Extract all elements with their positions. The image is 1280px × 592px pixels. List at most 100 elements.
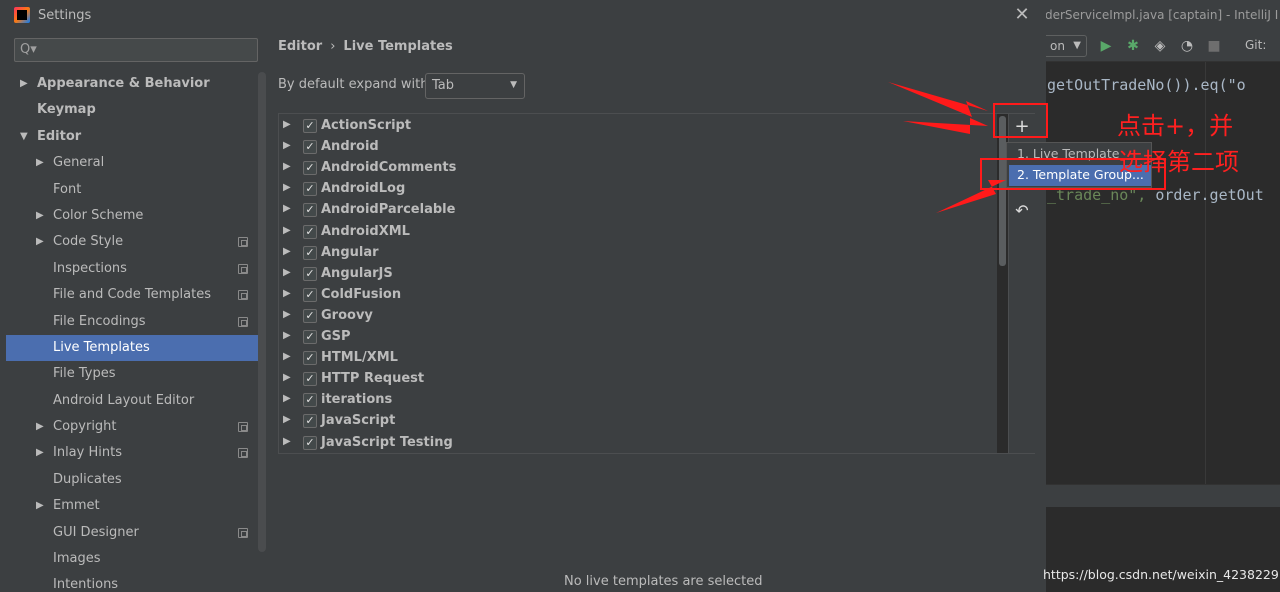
template-group-checkbox[interactable]: ✓: [303, 119, 317, 133]
tree-scrollbar[interactable]: [258, 72, 266, 552]
template-group-row[interactable]: ▶ ✓ AndroidXML: [279, 222, 997, 243]
expand-right-icon[interactable]: ▶: [20, 71, 28, 97]
expand-right-icon[interactable]: ▶: [283, 161, 291, 172]
template-group-row[interactable]: ▶ ✓ Android: [279, 137, 997, 158]
run-config-select[interactable]: on ▼: [1045, 35, 1087, 57]
coverage-icon[interactable]: ◈: [1151, 37, 1169, 55]
template-group-row[interactable]: ▶ ✓ HTTP Request: [279, 369, 997, 390]
expand-right-icon[interactable]: ▶: [283, 372, 291, 383]
profile-icon[interactable]: ◔: [1178, 37, 1196, 55]
annotation-text-line2: 选择第二项: [1119, 148, 1239, 176]
sidebar-item-inlay-hints[interactable]: ▶ Inlay Hints: [6, 440, 258, 466]
sidebar-item-copyright[interactable]: ▶ Copyright: [6, 414, 258, 440]
template-group-row[interactable]: ▶ ✓ GSP: [279, 327, 997, 348]
undo-icon[interactable]: ↶: [1010, 200, 1034, 222]
expand-right-icon[interactable]: ▶: [283, 436, 291, 447]
template-group-checkbox[interactable]: ✓: [303, 224, 317, 239]
stop-icon[interactable]: ■: [1205, 37, 1223, 55]
template-group-checkbox[interactable]: ✓: [303, 161, 317, 176]
expand-right-icon[interactable]: ▶: [283, 225, 291, 236]
project-scope-icon: [238, 263, 248, 274]
sidebar-item-file-and-code-templates[interactable]: File and Code Templates: [6, 282, 258, 308]
template-group-checkbox[interactable]: ✓: [303, 140, 317, 155]
sidebar-item-general[interactable]: ▶ General: [6, 150, 258, 176]
expand-right-icon[interactable]: ▶: [283, 246, 291, 257]
template-group-row[interactable]: ▶ ✓ HTML/XML: [279, 348, 997, 369]
sidebar-item-font[interactable]: Font: [6, 177, 258, 203]
sidebar-item-android-layout-editor[interactable]: Android Layout Editor: [6, 388, 258, 414]
sidebar-item-live-templates[interactable]: Live Templates: [6, 334, 258, 362]
expand-right-icon[interactable]: ▶: [36, 229, 44, 255]
sidebar-item-label: Copyright: [53, 419, 117, 435]
template-group-row[interactable]: ▶ ✓ AngularJS: [279, 264, 997, 285]
template-group-row[interactable]: ▶ ✓ iterations: [279, 390, 997, 411]
expand-right-icon[interactable]: ▶: [36, 440, 44, 466]
debug-icon[interactable]: ✱: [1124, 37, 1142, 55]
breadcrumb-parent[interactable]: Editor: [278, 39, 322, 54]
template-group-row[interactable]: ▶ ✓ ColdFusion: [279, 285, 997, 306]
expand-right-icon[interactable]: ▶: [36, 203, 44, 229]
git-label: Git:: [1245, 38, 1267, 52]
template-list-scrollbar[interactable]: [999, 116, 1006, 266]
template-group-row[interactable]: ▶ ✓ Angular: [279, 243, 997, 264]
expand-right-icon[interactable]: ▶: [283, 119, 291, 130]
expand-right-icon[interactable]: ▶: [283, 414, 291, 425]
close-button[interactable]: ✕: [1012, 4, 1032, 26]
template-group-label: iterations: [321, 392, 393, 408]
template-group-label: Groovy: [321, 307, 373, 323]
expand-right-icon[interactable]: ▶: [36, 414, 44, 440]
template-group-row[interactable]: ▶ ✓ JavaScript: [279, 411, 997, 432]
sidebar-item-inspections[interactable]: Inspections: [6, 256, 258, 282]
sidebar-item-label: Intentions: [53, 577, 119, 592]
template-group-checkbox[interactable]: ✓: [303, 308, 317, 323]
template-group-checkbox[interactable]: ✓: [303, 287, 317, 302]
template-group-row[interactable]: ▶ ✓ AndroidParcelable: [279, 200, 997, 221]
sidebar-item-gui-designer[interactable]: GUI Designer: [6, 520, 258, 546]
template-group-checkbox[interactable]: ✓: [303, 330, 317, 344]
expand-right-icon[interactable]: ▶: [283, 140, 291, 151]
expand-right-icon[interactable]: ▶: [283, 330, 291, 341]
expand-right-icon[interactable]: ▶: [283, 309, 291, 320]
sidebar-item-code-style[interactable]: ▶ Code Style: [6, 229, 258, 255]
watermark-url: https://blog.csdn.net/weixin_42382291: [1043, 567, 1280, 582]
expand-right-icon[interactable]: ▶: [283, 203, 291, 214]
template-group-row[interactable]: ▶ ✓ JavaScript Testing: [279, 433, 997, 454]
sidebar-item-keymap[interactable]: Keymap: [6, 97, 258, 123]
template-group-row[interactable]: ▶ ✓ ActionScript: [279, 116, 997, 137]
expand-right-icon[interactable]: ▶: [36, 150, 44, 176]
template-group-checkbox[interactable]: ✓: [303, 393, 317, 408]
expand-with-select[interactable]: Tab ▼: [425, 73, 525, 99]
sidebar-item-appearance-behavior[interactable]: ▶ Appearance & Behavior: [6, 71, 258, 97]
expand-right-icon[interactable]: ▶: [283, 182, 291, 193]
template-group-checkbox[interactable]: ✓: [303, 245, 317, 260]
settings-search[interactable]: Q▾: [14, 38, 258, 62]
expand-with-value: Tab: [432, 78, 455, 93]
expand-right-icon[interactable]: ▶: [283, 288, 291, 299]
template-group-row[interactable]: ▶ ✓ AndroidComments: [279, 158, 997, 179]
sidebar-item-editor[interactable]: ▼ Editor: [6, 124, 258, 150]
template-group-checkbox[interactable]: ✓: [303, 414, 317, 429]
expand-right-icon[interactable]: ▶: [283, 393, 291, 404]
sidebar-item-file-types[interactable]: File Types: [6, 361, 258, 387]
sidebar-item-file-encodings[interactable]: File Encodings: [6, 309, 258, 335]
template-group-row[interactable]: ▶ ✓ AndroidLog: [279, 179, 997, 200]
template-group-checkbox[interactable]: ✓: [303, 435, 317, 450]
sidebar-item-images[interactable]: Images: [6, 546, 258, 572]
sidebar-item-duplicates[interactable]: Duplicates: [6, 467, 258, 493]
sidebar-item-emmet[interactable]: ▶ Emmet: [6, 493, 258, 519]
sidebar-item-color-scheme[interactable]: ▶ Color Scheme: [6, 203, 258, 229]
empty-state-message: No live templates are selected: [564, 574, 763, 589]
expand-right-icon[interactable]: ▶: [36, 493, 44, 519]
template-group-checkbox[interactable]: ✓: [303, 266, 317, 281]
template-group-checkbox[interactable]: ✓: [303, 203, 317, 218]
expand-right-icon[interactable]: ▶: [283, 351, 291, 362]
template-group-row[interactable]: ▶ ✓ Groovy: [279, 306, 997, 327]
sidebar-item-intentions[interactable]: Intentions: [6, 572, 258, 592]
expand-right-icon[interactable]: ▶: [283, 267, 291, 278]
template-group-checkbox[interactable]: ✓: [303, 182, 317, 197]
template-group-checkbox[interactable]: ✓: [303, 351, 317, 366]
template-group-checkbox[interactable]: ✓: [303, 372, 317, 387]
expand-down-icon[interactable]: ▼: [20, 124, 28, 150]
search-input[interactable]: [39, 41, 251, 59]
run-icon[interactable]: ▶: [1097, 37, 1115, 55]
